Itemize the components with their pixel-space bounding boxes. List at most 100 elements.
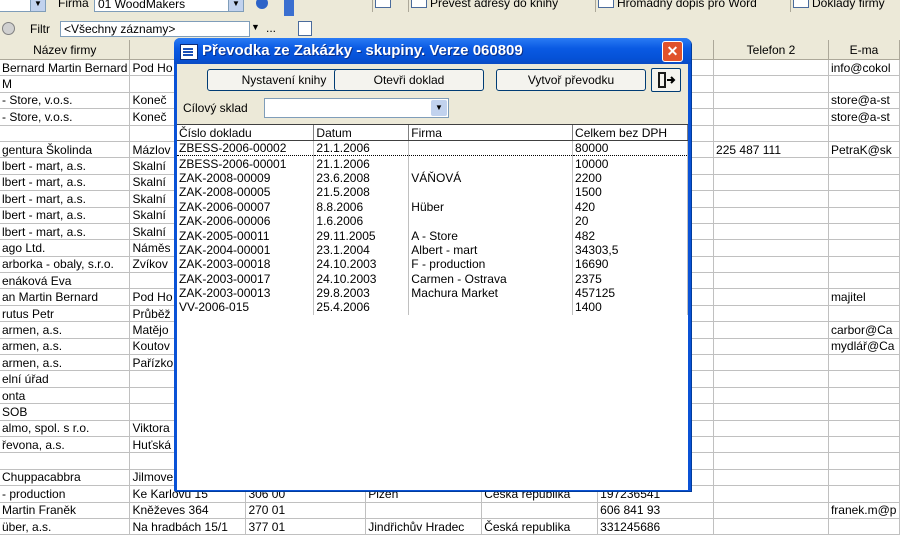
grid-cell[interactable]: Na hradbách 15/1	[129, 518, 247, 536]
grid-cell[interactable]: 270 01	[245, 502, 367, 519]
grid-cell[interactable]: Česká republika	[481, 518, 599, 536]
list-item[interactable]: ZBESS-2006-00001 21.1.2006 10000	[177, 155, 688, 171]
grid-cell[interactable]	[713, 420, 829, 437]
grid-cell[interactable]	[481, 502, 599, 519]
dialog-titlebar[interactable]: Převodka ze Zakázky - skupiny. Verze 060…	[174, 38, 691, 64]
grid-column-header[interactable]: Telefon 2	[713, 40, 829, 60]
grid-cell[interactable]	[828, 75, 900, 93]
grid-cell[interactable]: lbert - mart, a.s.	[0, 207, 131, 224]
grid-cell[interactable]: Kněževes 364	[129, 502, 247, 519]
grid-cell[interactable]: arborka - obaly, s.r.o.	[0, 256, 131, 274]
filter-edit-icon[interactable]	[298, 21, 312, 36]
grid-cell[interactable]	[713, 157, 829, 175]
grid-cell[interactable]	[828, 469, 900, 487]
grid-cell[interactable]: 225 487 111	[713, 141, 829, 159]
grid-cell[interactable]	[713, 305, 829, 323]
grid-cell[interactable]	[713, 502, 829, 519]
grid-cell[interactable]	[0, 125, 131, 142]
grid-cell[interactable]	[828, 272, 900, 290]
doklady-firmy-button[interactable]: Doklady firmy	[790, 0, 889, 12]
grid-cell[interactable]	[828, 190, 900, 208]
grid-cell[interactable]: majitel	[828, 288, 900, 306]
grid-cell[interactable]: lbert - mart, a.s.	[0, 157, 131, 175]
grid-cell[interactable]	[713, 469, 829, 487]
cilovy-sklad-select[interactable]: ▼	[264, 98, 449, 118]
list-item[interactable]: ZAK-2003-00017 24.10.2003 Carmen - Ostrava…	[177, 271, 688, 286]
toolbar-options-icon[interactable]	[284, 0, 294, 16]
documents-list[interactable]: Číslo dokladu Datum Firma Celkem bez DPH ZB…	[177, 124, 688, 490]
grid-cell[interactable]: übe​r, a.s.	[0, 518, 131, 536]
grid-cell[interactable]: almo, spol. s r.o.	[0, 420, 131, 437]
grid-cell[interactable]: store@a-st	[828, 92, 900, 110]
vytvor-prevodku-button[interactable]: Vytvoř převodku	[496, 69, 646, 91]
back-icon[interactable]	[2, 22, 15, 35]
grid-cell[interactable]	[828, 485, 900, 503]
list-item[interactable]: ZAK-2003-00018 24.10.2003 F - production 16…	[177, 257, 688, 272]
grid-cell[interactable]	[713, 370, 829, 388]
chevron-down-icon[interactable]: ▼	[228, 0, 243, 11]
grid-cell[interactable]: ago Ltd.	[0, 239, 131, 257]
chevron-down-icon[interactable]: ▼	[251, 22, 265, 36]
grid-cell[interactable]: řevona, a.s.	[0, 436, 131, 454]
grid-cell[interactable]	[713, 190, 829, 208]
grid-cell[interactable]	[828, 452, 900, 470]
grid-cell[interactable]: lbert - mart, a.s.	[0, 190, 131, 208]
grid-cell[interactable]: M	[0, 75, 131, 93]
grid-cell[interactable]	[713, 436, 829, 454]
grid-cell[interactable]	[828, 387, 900, 405]
list-item[interactable]: ZAK-2004-00001 23.1.2004 Albert - mart 3430…	[177, 242, 688, 258]
filter-ellipsis-button[interactable]: ...	[266, 21, 276, 35]
table-row[interactable]: Martin Franěk Kněževes 364 270 01 606 841 9…	[0, 502, 900, 519]
grid-cell[interactable]: - Store, v.o.s.	[0, 92, 131, 110]
list-item[interactable]: ZAK-2005-00011 29.11.2005 A - Store 482	[177, 228, 688, 243]
table-row[interactable]: übe​r, a.s. Na hradbách 15/1 377 01 Jindřic…	[0, 518, 900, 536]
grid-cell[interactable]	[828, 305, 900, 323]
grid-cell[interactable]: elní úřad	[0, 370, 131, 388]
grid-cell[interactable]	[713, 256, 829, 274]
chevron-down-icon[interactable]: ▼	[431, 100, 447, 116]
grid-cell[interactable]: armen, a.s.	[0, 321, 131, 339]
grid-cell[interactable]: - production	[0, 485, 131, 503]
grid-cell[interactable]	[713, 59, 829, 77]
grid-column-header[interactable]: E-ma	[828, 40, 900, 60]
grid-column-header[interactable]: Název firmy	[0, 40, 131, 60]
grid-cell[interactable]: gentura Školinda	[0, 141, 131, 159]
grid-cell[interactable]: armen, a.s.	[0, 354, 131, 372]
grid-cell[interactable]	[365, 502, 483, 519]
chevron-down-icon[interactable]: ▼	[30, 0, 45, 11]
grid-cell[interactable]: store@a-st	[828, 108, 900, 126]
grid-cell[interactable]	[828, 370, 900, 388]
list-item[interactable]: ZAK-2008-00005 21.5.2008 1500	[177, 185, 688, 200]
firma-select[interactable]: 01 WoodMakers ▼	[94, 0, 244, 12]
help-icon[interactable]	[256, 0, 268, 9]
grid-cell[interactable]: lbert - mart, a.s.	[0, 223, 131, 241]
grid-cell[interactable]	[713, 207, 829, 224]
otevri-doklad-button[interactable]: Otevři doklad	[334, 69, 484, 91]
grid-cell[interactable]	[828, 256, 900, 274]
grid-cell[interactable]: an Martin Bernard	[0, 288, 131, 306]
grid-cell[interactable]	[713, 92, 829, 110]
grid-cell[interactable]	[828, 174, 900, 192]
grid-cell[interactable]	[828, 157, 900, 175]
grid-cell[interactable]: carbor@Ca	[828, 321, 900, 339]
grid-cell[interactable]	[713, 239, 829, 257]
list-view-button[interactable]	[372, 0, 401, 12]
grid-cell[interactable]	[828, 436, 900, 454]
grid-cell[interactable]	[713, 387, 829, 405]
list-item[interactable]: ZAK-2006-00006 1.6.2006 20	[177, 213, 688, 229]
grid-cell[interactable]: 331245686	[597, 518, 715, 536]
list-column-header[interactable]: Číslo dokladu	[177, 125, 315, 141]
left-combo[interactable]: ▼	[0, 0, 46, 12]
grid-cell[interactable]	[0, 452, 131, 470]
grid-cell[interactable]	[828, 518, 900, 536]
grid-cell[interactable]	[713, 108, 829, 126]
list-item[interactable]: ZAK-2006-00007 8.8.2006 Hüber 420	[177, 199, 688, 214]
grid-cell[interactable]	[713, 321, 829, 339]
grid-cell[interactable]	[713, 518, 829, 536]
grid-cell[interactable]: rutus Petr	[0, 305, 131, 323]
grid-cell[interactable]: armen, a.s.	[0, 338, 131, 356]
grid-cell[interactable]	[828, 239, 900, 257]
grid-cell[interactable]: franek.m@p	[828, 502, 900, 519]
grid-cell[interactable]	[828, 403, 900, 421]
grid-cell[interactable]	[828, 223, 900, 241]
